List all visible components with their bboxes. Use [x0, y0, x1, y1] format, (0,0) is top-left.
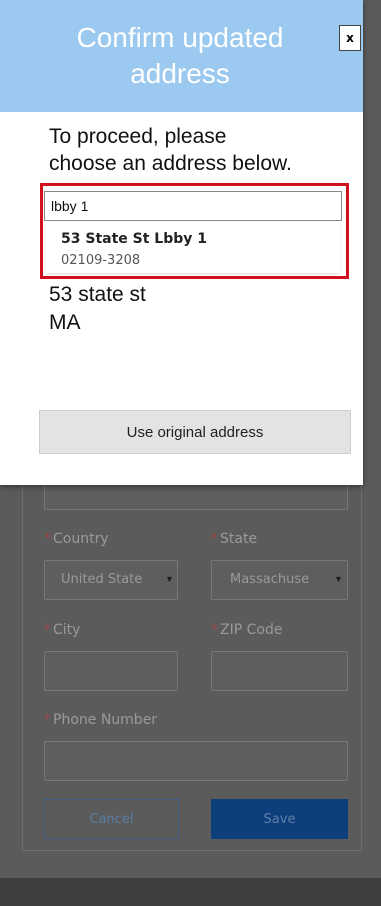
- city-input[interactable]: [44, 651, 178, 691]
- country-select-value: United State: [61, 572, 143, 587]
- address-search-input[interactable]: [44, 191, 342, 221]
- close-button[interactable]: x: [339, 25, 361, 51]
- close-icon: x: [346, 31, 354, 45]
- instructions: To proceed, please choose an address bel…: [49, 123, 359, 177]
- save-button[interactable]: Save: [211, 799, 348, 839]
- cancel-button[interactable]: Cancel: [44, 799, 179, 839]
- country-select[interactable]: United State ▼: [44, 560, 178, 600]
- country-label: * Country: [44, 531, 109, 547]
- footer-bar: [0, 878, 381, 906]
- modal-title-line2: address: [130, 58, 230, 89]
- state-select[interactable]: Massachuse ▼: [211, 560, 348, 600]
- modal-title-line1: Confirm updated: [76, 22, 284, 53]
- modal-header: Confirm updated address x: [0, 0, 363, 112]
- chevron-down-icon: ▼: [334, 574, 343, 584]
- phone-input[interactable]: [44, 741, 348, 781]
- phone-label: * Phone Number: [44, 712, 158, 728]
- instruction-line1: To proceed, please: [49, 125, 227, 148]
- suggestion-street: 53 State St Lbby 1: [61, 231, 207, 247]
- city-label: * City: [44, 622, 81, 638]
- instruction-line2: choose an address below.: [49, 152, 292, 175]
- zip-input[interactable]: [211, 651, 348, 691]
- original-address-line2: MA: [49, 311, 81, 334]
- original-address-line1: 53 state st: [49, 283, 146, 306]
- confirm-address-modal: Confirm updated address x To proceed, pl…: [0, 0, 363, 485]
- state-select-value: Massachuse: [230, 572, 310, 587]
- address-suggestion[interactable]: 53 State St Lbby 1 02109-3208: [46, 223, 340, 273]
- chevron-down-icon: ▼: [165, 574, 174, 584]
- zip-label: * ZIP Code: [211, 622, 283, 638]
- modal-title: Confirm updated address: [30, 20, 330, 92]
- state-label: * State: [211, 531, 258, 547]
- suggestion-zip: 02109-3208: [61, 253, 141, 268]
- use-original-address-button[interactable]: Use original address: [39, 410, 351, 454]
